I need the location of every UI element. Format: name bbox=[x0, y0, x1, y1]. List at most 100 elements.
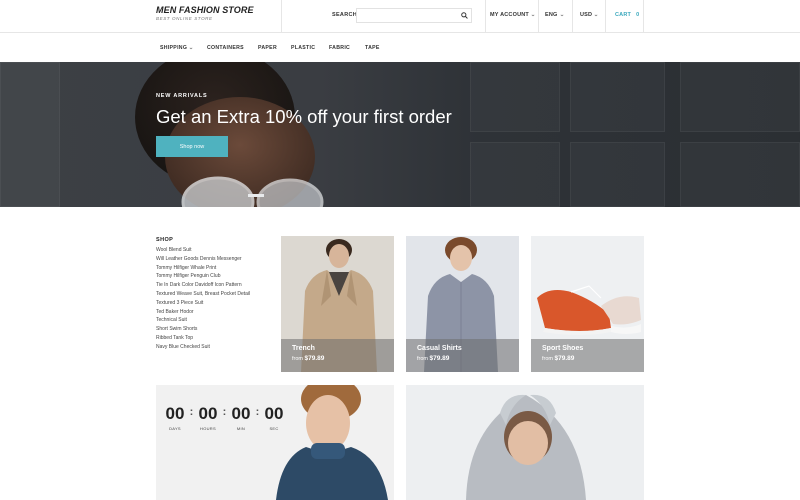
shop-now-button[interactable]: Shop now bbox=[156, 136, 228, 157]
hero-background-shape bbox=[680, 142, 800, 207]
shop-list-item[interactable]: Technical Suit bbox=[156, 316, 250, 325]
my-account-dropdown[interactable]: MY ACCOUNT ⌄ bbox=[490, 12, 536, 18]
hero-background-shape bbox=[680, 62, 800, 132]
chevron-down-icon: ⌄ bbox=[559, 12, 565, 18]
product-price: from $79.89 bbox=[542, 355, 633, 362]
header-divider bbox=[643, 0, 644, 33]
promo-model-image bbox=[156, 385, 394, 500]
product-price: from $79.89 bbox=[417, 355, 508, 362]
shop-list-item[interactable]: Tie In Dark Color Davidoff Icon Pattern bbox=[156, 281, 250, 290]
search-button[interactable] bbox=[458, 9, 471, 22]
header-divider bbox=[605, 0, 606, 33]
header-divider bbox=[281, 0, 282, 33]
product-name: Trench bbox=[292, 345, 315, 352]
main-nav: SHIPPING ⌄ CONTAINERS PAPER PLASTIC FABR… bbox=[0, 33, 800, 62]
shop-heading: SHOP bbox=[156, 237, 174, 243]
chevron-down-icon: ⌄ bbox=[593, 12, 600, 18]
price-value: $79.89 bbox=[554, 355, 575, 362]
nav-label: PAPER bbox=[258, 45, 277, 51]
price-prefix: from bbox=[292, 356, 303, 362]
hero-background-shape bbox=[570, 142, 665, 207]
hero-background-shape bbox=[470, 142, 560, 207]
chevron-down-icon: ⌄ bbox=[530, 12, 536, 18]
product-name: Casual Shirts bbox=[417, 345, 462, 352]
search-input[interactable] bbox=[356, 8, 472, 23]
countdown-hours: 00 HOURS bbox=[197, 405, 219, 431]
nav-item-plastic[interactable]: PLASTIC bbox=[291, 45, 315, 51]
nav-label: TAPE bbox=[365, 45, 380, 51]
countdown-label: MIN bbox=[236, 426, 246, 431]
nav-item-shipping[interactable]: SHIPPING ⌄ bbox=[160, 45, 194, 51]
chevron-down-icon: ⌄ bbox=[188, 45, 195, 51]
countdown-value: 00 bbox=[264, 404, 284, 423]
countdown-value: 00 bbox=[231, 404, 251, 423]
currency-dropdown[interactable]: USD ⌄ bbox=[580, 12, 599, 18]
shop-list-item[interactable]: Navy Blue Checked Suit bbox=[156, 343, 250, 352]
product-card-sport-shoes[interactable]: Sport Shoes from $79.89 bbox=[531, 236, 644, 372]
shop-list-item[interactable]: Tommy Hilfiger Penguin Club bbox=[156, 272, 250, 281]
price-value: $79.89 bbox=[304, 355, 325, 362]
currency-label: USD bbox=[580, 12, 593, 18]
product-card-trench[interactable]: Trench from $79.89 bbox=[281, 236, 394, 372]
countdown-days: 00 DAYS bbox=[164, 405, 186, 431]
countdown-value: 00 bbox=[198, 404, 218, 423]
nav-label: FABRIC bbox=[329, 45, 351, 51]
cart-label: CART bbox=[615, 12, 632, 18]
header-divider bbox=[538, 0, 539, 33]
countdown-separator: : bbox=[255, 406, 260, 418]
promo-hoodie-banner[interactable] bbox=[406, 385, 644, 500]
hero-kicker: NEW ARRIVALS bbox=[156, 93, 208, 99]
shop-list-item[interactable]: Wool Blend Suit bbox=[156, 246, 250, 255]
countdown-value: 00 bbox=[165, 404, 185, 423]
header-divider bbox=[485, 0, 486, 33]
countdown-label: DAYS bbox=[169, 426, 181, 431]
product-caption: Sport Shoes from $79.89 bbox=[531, 339, 644, 372]
language-dropdown[interactable]: ENG ⌄ bbox=[545, 12, 564, 18]
search-icon bbox=[461, 12, 468, 19]
promo-countdown-banner[interactable]: 00 DAYS : 00 HOURS : 00 MIN : 00 SEC bbox=[156, 385, 394, 500]
shop-category-list: Wool Blend Suit Will Leather Goods Denni… bbox=[156, 246, 250, 352]
my-account-label: MY ACCOUNT bbox=[490, 12, 529, 18]
cart-count: 0 bbox=[636, 12, 640, 18]
hero-model-image bbox=[135, 62, 324, 207]
nav-item-tape[interactable]: TAPE bbox=[365, 45, 380, 51]
language-label: ENG bbox=[545, 12, 558, 18]
shop-list-item[interactable]: Tommy Hilfiger Whale Print bbox=[156, 264, 250, 273]
countdown-separator: : bbox=[222, 406, 227, 418]
countdown-separator: : bbox=[189, 406, 194, 418]
price-prefix: from bbox=[417, 356, 428, 362]
search-label: SEARCH bbox=[332, 12, 358, 18]
shop-list-item[interactable]: Will Leather Goods Dennis Messenger bbox=[156, 255, 250, 264]
shop-list-item[interactable]: Ted Baker Hodor bbox=[156, 308, 250, 317]
logo[interactable]: MEN FASHION STORE BEST ONLINE STORE bbox=[156, 5, 254, 21]
hero-banner: NEW ARRIVALS Get an Extra 10% off your f… bbox=[0, 62, 800, 207]
countdown-seconds: 00 SEC bbox=[263, 405, 285, 431]
shop-list-item[interactable]: Textured 3 Piece Suit bbox=[156, 299, 250, 308]
countdown-label: HOURS bbox=[200, 426, 216, 431]
nav-item-containers[interactable]: CONTAINERS bbox=[207, 45, 244, 51]
hero-title: Get an Extra 10% off your first order bbox=[156, 106, 452, 127]
product-name: Sport Shoes bbox=[542, 345, 584, 352]
shop-list-item[interactable]: Short Swim Shorts bbox=[156, 325, 250, 334]
shop-list-item[interactable]: Textured Weave Suit, Breast Pocket Detai… bbox=[156, 290, 250, 299]
shop-list-item[interactable]: Ribbed Tank Top bbox=[156, 334, 250, 343]
countdown-minutes: 00 MIN bbox=[230, 405, 252, 431]
nav-label: PLASTIC bbox=[291, 45, 316, 51]
logo-title: MEN FASHION STORE bbox=[156, 5, 254, 15]
cart-button[interactable]: CART 0 bbox=[615, 12, 639, 18]
nav-label: CONTAINERS bbox=[207, 45, 244, 51]
nav-item-fabric[interactable]: FABRIC bbox=[329, 45, 350, 51]
logo-subtitle: BEST ONLINE STORE bbox=[156, 16, 213, 21]
product-caption: Trench from $79.89 bbox=[281, 339, 394, 372]
product-price: from $79.89 bbox=[292, 355, 383, 362]
countdown-label: SEC bbox=[269, 426, 279, 431]
countdown-timer: 00 DAYS : 00 HOURS : 00 MIN : 00 SEC bbox=[164, 405, 285, 431]
product-card-casual-shirts[interactable]: Casual Shirts from $79.89 bbox=[406, 236, 519, 372]
price-value: $79.89 bbox=[429, 355, 450, 362]
nav-label: SHIPPING bbox=[160, 45, 188, 51]
header-divider bbox=[572, 0, 573, 33]
hero-background-shape bbox=[570, 62, 665, 132]
nav-item-paper[interactable]: PAPER bbox=[258, 45, 277, 51]
hero-background-shape bbox=[470, 62, 560, 132]
hero-background-shape bbox=[0, 62, 60, 207]
